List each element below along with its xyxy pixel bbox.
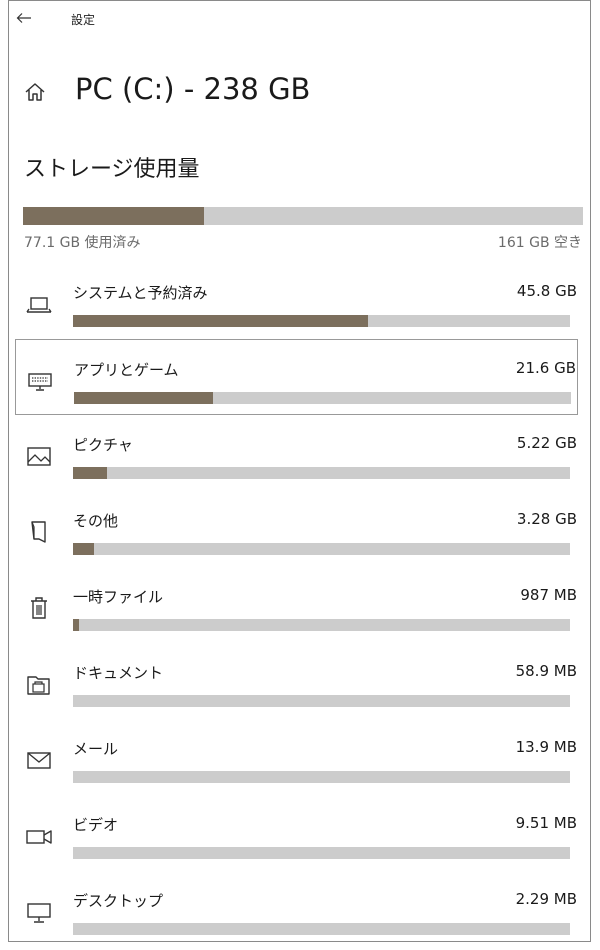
keyboard-icon <box>28 373 52 391</box>
storage-usage-heading: ストレージ使用量 <box>24 157 200 182</box>
desktop-icon <box>27 903 51 923</box>
category-usage-bar <box>73 315 570 327</box>
category-size: 5.22 GB <box>516 434 577 452</box>
category-list: システムと予約済み 45.8 GB アプリとゲーム 21.6 GB ピクチャ 5… <box>9 263 590 947</box>
category-size: 13.9 MB <box>515 738 577 756</box>
category-usage-bar <box>73 771 570 783</box>
category-temp-files[interactable]: 一時ファイル 987 MB <box>15 567 578 643</box>
category-label: ビデオ <box>73 816 119 834</box>
category-usage-fill <box>74 392 214 404</box>
category-label: デスクトップ <box>73 892 164 910</box>
category-label: ピクチャ <box>73 436 133 454</box>
category-size: 2.29 MB <box>515 890 577 908</box>
app-title: 設定 <box>71 13 96 27</box>
category-desktop[interactable]: デスクトップ 2.29 MB <box>15 871 578 947</box>
trash-icon <box>31 597 47 619</box>
category-size: 3.28 GB <box>516 510 577 528</box>
title-bar: 設定 <box>9 1 590 35</box>
category-size: 45.8 GB <box>516 282 577 300</box>
category-usage-bar <box>73 847 570 859</box>
category-pictures[interactable]: ピクチャ 5.22 GB <box>15 415 578 491</box>
folded-page-icon <box>31 521 46 543</box>
category-usage-fill <box>73 467 107 479</box>
category-usage-bar <box>73 467 570 479</box>
category-label: アプリとゲーム <box>74 361 179 379</box>
category-usage-bar <box>73 695 570 707</box>
category-usage-bar <box>73 619 570 631</box>
home-icon <box>25 83 45 101</box>
category-label: その他 <box>73 512 119 530</box>
category-apps-games[interactable]: アプリとゲーム 21.6 GB <box>15 339 578 415</box>
category-label: システムと予約済み <box>73 284 208 302</box>
mail-icon <box>27 752 51 769</box>
back-button[interactable] <box>12 7 36 29</box>
category-usage-fill <box>73 619 79 631</box>
video-camera-icon <box>26 830 52 844</box>
category-label: ドキュメント <box>73 664 164 682</box>
used-space-label: 77.1 GB 使用済み <box>24 235 141 251</box>
category-label: 一時ファイル <box>73 588 164 606</box>
category-size: 21.6 GB <box>515 359 576 377</box>
category-label: メール <box>73 740 119 758</box>
category-mail[interactable]: メール 13.9 MB <box>15 719 578 795</box>
overall-usage-bar <box>23 207 583 225</box>
laptop-icon <box>26 297 52 313</box>
category-size: 9.51 MB <box>515 814 577 832</box>
category-usage-bar <box>73 923 570 935</box>
category-size: 987 MB <box>520 586 577 604</box>
settings-window: 設定 PC (C:) - 238 GB ストレージ使用量 77.1 GB 使用済… <box>8 0 591 942</box>
overall-usage-fill <box>23 207 205 225</box>
category-usage-fill <box>73 543 94 555</box>
page-title: PC (C:) - 238 GB <box>75 72 311 106</box>
category-size: 58.9 MB <box>515 662 577 680</box>
page-header: PC (C:) - 238 GB <box>9 69 590 115</box>
documents-folder-icon <box>27 676 50 695</box>
category-other[interactable]: その他 3.28 GB <box>15 491 578 567</box>
category-usage-bar <box>74 392 571 404</box>
back-arrow-icon <box>16 13 31 23</box>
picture-icon <box>27 447 51 466</box>
category-usage-fill <box>73 315 368 327</box>
category-usage-bar <box>73 543 570 555</box>
free-space-label: 161 GB 空き <box>497 235 582 251</box>
category-system-reserved[interactable]: システムと予約済み 45.8 GB <box>15 263 578 339</box>
category-documents[interactable]: ドキュメント 58.9 MB <box>15 643 578 719</box>
category-videos[interactable]: ビデオ 9.51 MB <box>15 795 578 871</box>
